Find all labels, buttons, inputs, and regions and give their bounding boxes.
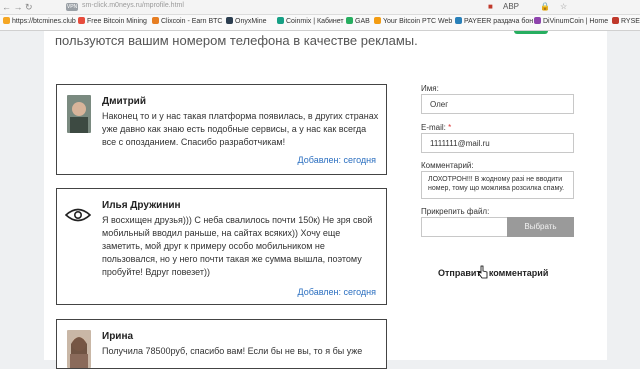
comment-author: Дмитрий	[102, 96, 146, 107]
hand-cursor-icon	[478, 265, 488, 279]
extension-icon[interactable]: ABP	[503, 2, 519, 11]
bookmark-item[interactable]: Free Bitcoin Mining	[78, 17, 147, 25]
bookmark-icon	[226, 17, 233, 24]
comment-author: Илья Дружинин	[102, 200, 181, 211]
bookmark-icon	[3, 17, 10, 24]
choose-file-button[interactable]: Выбрать	[507, 217, 574, 237]
vpn-badge-icon[interactable]: VPN	[66, 3, 78, 11]
bookmark-icon	[612, 17, 619, 24]
bookmark-icon	[78, 17, 85, 24]
bookmark-icon	[277, 17, 284, 24]
bookmark-icon	[374, 17, 381, 24]
email-field[interactable]: 1111111@mail.ru	[421, 133, 574, 153]
address-bar: ← → ↻ VPN sm-click.m0neys.ru/mprofile.ht…	[0, 0, 640, 15]
bookmark-item[interactable]: OnyxMine	[226, 17, 267, 25]
star-icon[interactable]: ☆	[560, 2, 567, 11]
file-input[interactable]	[421, 217, 508, 237]
comment-card: Дмитрий Наконец то и у нас такая платфор…	[56, 84, 387, 175]
bookmark-item[interactable]: https://btcmines.club	[3, 17, 76, 25]
avatar	[67, 95, 91, 133]
shield-icon[interactable]: 🔒	[540, 2, 550, 11]
comment-text: Я восхищен друзья))) С неба свалилось по…	[102, 215, 373, 277]
comment-date: Добавлен: сегодня	[297, 287, 376, 297]
url-field[interactable]: sm-click.m0neys.ru/mprofile.html	[82, 2, 184, 9]
required-marker: *	[448, 123, 452, 132]
comment-textarea[interactable]: ЛОХОТРОН!!! В жодному разі не вводити но…	[421, 171, 574, 199]
bookmarks-bar: https://btcmines.club Free Bitcoin Minin…	[0, 15, 640, 31]
bookmark-item[interactable]: Your Bitcoin PTC Web	[374, 17, 452, 25]
bookmark-item[interactable]: DiVinumCoin | Home	[534, 17, 608, 25]
name-label: Имя:	[421, 84, 439, 93]
bookmark-icon	[346, 17, 353, 24]
comment-text: Наконец то и у нас такая платформа появи…	[102, 111, 379, 147]
email-label: E-mail: *	[421, 123, 452, 132]
comment-date: Добавлен: сегодня	[297, 155, 376, 165]
comment-author: Ирина	[102, 331, 134, 342]
bookmark-item[interactable]: RYSE	[612, 17, 640, 25]
bookmark-icon	[152, 17, 159, 24]
bookmark-item[interactable]: GAB	[346, 17, 370, 25]
eye-icon	[65, 208, 91, 222]
bookmark-icon	[534, 17, 541, 24]
avatar	[67, 330, 91, 368]
name-field[interactable]: Олег	[421, 94, 574, 114]
file-label: Прикрепить файл:	[421, 207, 490, 216]
green-button-edge[interactable]	[514, 31, 548, 34]
comment-label: Комментарий:	[421, 161, 474, 170]
bookmark-icon	[455, 17, 462, 24]
intro-text: пользуются вашим номером телефона в каче…	[55, 33, 418, 48]
submit-comment-button[interactable]: Отправить комментарий	[438, 268, 548, 278]
comment-card: Илья Дружинин Я восхищен друзья))) С неб…	[56, 188, 387, 305]
comment-card: Ирина Получила 78500руб, спасибо вам! Ес…	[56, 319, 387, 369]
comment-text: Получила 78500руб, спасибо вам! Если бы …	[102, 346, 363, 356]
extension-flag-icon[interactable]: ■	[488, 2, 493, 11]
bookmark-item[interactable]: Coinmix | Кабинет	[277, 17, 344, 25]
bookmark-item[interactable]: Clixcoin - Earn BTC	[152, 17, 222, 25]
navigation-icons[interactable]: ← → ↻	[2, 2, 33, 13]
bookmark-item[interactable]: PAYEER раздача бон	[455, 17, 533, 25]
